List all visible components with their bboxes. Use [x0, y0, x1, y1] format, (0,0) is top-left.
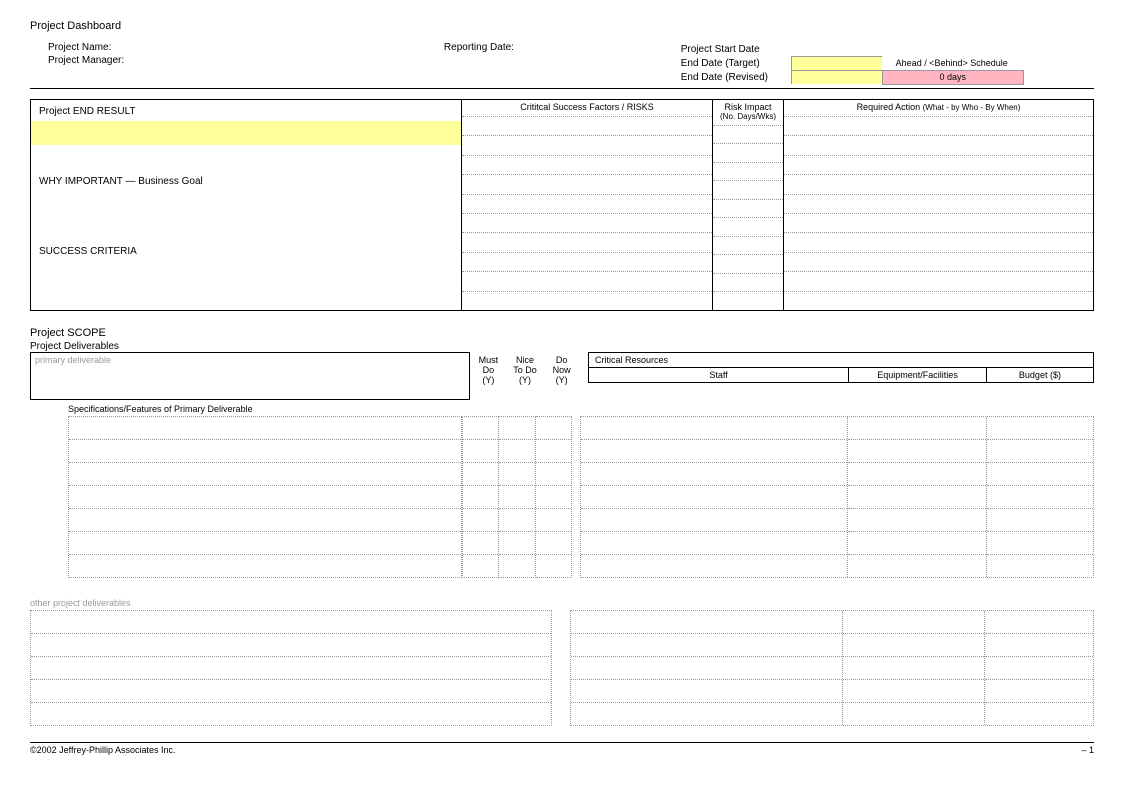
- end-result-input[interactable]: [31, 121, 461, 145]
- action-header: Required Action: [857, 102, 921, 112]
- other-deliverables-title: other project deliverables: [30, 598, 1094, 608]
- divider: [30, 88, 1094, 89]
- other-left-box[interactable]: [30, 610, 552, 726]
- csf-header: Crititcal Success Factors / RISKS: [462, 100, 712, 116]
- section-scope-top: primary deliverable MustDo(Y) NiceTo Do(…: [30, 352, 1094, 400]
- deliverables-label: Project Deliverables: [30, 341, 1094, 352]
- end-target-cell[interactable]: [791, 56, 882, 70]
- critical-resources-header: Critical Resources: [588, 352, 1094, 368]
- footer: ©2002 Jeffrey-Phillip Associates Inc. – …: [30, 742, 1094, 755]
- copyright: ©2002 Jeffrey-Phillip Associates Inc.: [30, 745, 176, 755]
- scope-title: Project SCOPE: [30, 327, 1094, 339]
- other-deliverables-grid: [30, 610, 1094, 726]
- start-date-label: Project Start Date: [681, 44, 791, 55]
- risk-rows[interactable]: [713, 125, 783, 310]
- action-rows[interactable]: [784, 116, 1093, 310]
- section-end-result: Project END RESULT WHY IMPORTANT — Busin…: [30, 99, 1094, 311]
- equipment-header: Equipment/Facilities: [848, 368, 986, 382]
- spec-features-col[interactable]: [68, 416, 462, 578]
- page-number: – 1: [1081, 745, 1094, 755]
- end-result-label: Project END RESULT: [39, 106, 453, 117]
- must-do-header: MustDo(Y): [470, 356, 507, 386]
- risk-sub: (No. Days/Wks): [715, 113, 781, 122]
- project-manager-label: Project Manager:: [48, 55, 404, 66]
- project-name-label: Project Name:: [48, 42, 404, 53]
- page-title: Project Dashboard: [30, 20, 1094, 32]
- spec-mnd-cols[interactable]: [462, 416, 572, 578]
- success-criteria-label: SUCCESS CRITERIA: [39, 246, 453, 257]
- action-sub: (What - by Who - By When): [923, 103, 1021, 112]
- end-revised-cell[interactable]: [791, 70, 882, 84]
- ahead-behind-label: Ahead / <Behind> Schedule: [882, 58, 1022, 68]
- nice-todo-header: NiceTo Do(Y): [507, 356, 544, 386]
- why-important-label: WHY IMPORTANT — Business Goal: [39, 176, 453, 187]
- reporting-date-label: Reporting Date:: [444, 42, 641, 53]
- other-right-box[interactable]: [570, 610, 1094, 726]
- spec-resources-cols[interactable]: [580, 416, 1094, 578]
- spec-title: Specifications/Features of Primary Deliv…: [68, 404, 1094, 414]
- days-value-cell: 0 days: [882, 70, 1024, 85]
- primary-deliverable-box[interactable]: primary deliverable: [30, 352, 470, 400]
- budget-header: Budget ($): [986, 368, 1093, 382]
- spec-grid: [30, 416, 1094, 578]
- mnd-headers: MustDo(Y) NiceTo Do(Y) DoNow(Y): [470, 352, 580, 400]
- do-now-header: DoNow(Y): [543, 356, 580, 386]
- staff-header: Staff: [589, 368, 848, 382]
- csf-rows[interactable]: [462, 116, 712, 310]
- header-block: Project Name: Project Manager: Reporting…: [30, 42, 1094, 84]
- end-revised-label: End Date (Revised): [681, 72, 791, 83]
- end-target-label: End Date (Target): [681, 58, 791, 69]
